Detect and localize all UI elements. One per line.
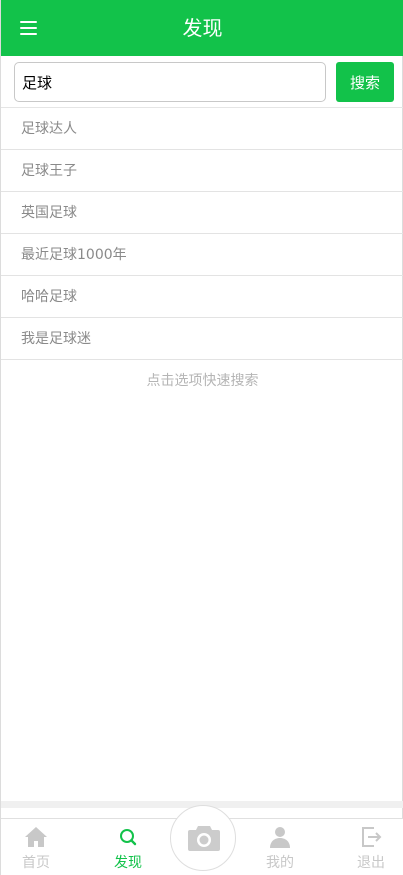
camera-icon [188,826,220,851]
suggestion-item[interactable]: 英国足球 [1,192,403,234]
nav-item-logout[interactable]: 退出 [341,819,401,875]
search-bar: 搜索 [1,56,403,108]
suggestion-item[interactable]: 足球王子 [1,150,403,192]
search-icon [120,829,137,846]
suggestion-list: 足球达人 足球王子 英国足球 最近足球1000年 哈哈足球 我是足球迷 [1,108,403,360]
suggestion-item[interactable]: 我是足球迷 [1,318,403,360]
search-button[interactable]: 搜索 [336,62,394,102]
nav-label: 首页 [22,855,50,871]
app-frame: 发现 搜索 足球达人 足球王子 英国足球 最近足球1000年 哈哈足球 我是足球… [0,0,403,875]
suggestion-item[interactable]: 最近足球1000年 [1,234,403,276]
nav-item-discover[interactable]: 发现 [98,819,158,875]
search-input[interactable] [14,62,326,102]
nav-label: 退出 [357,855,385,871]
hamburger-icon[interactable] [20,20,37,35]
suggestion-item[interactable]: 哈哈足球 [1,276,403,318]
nav-item-profile[interactable]: 我的 [250,819,310,875]
logout-icon [362,827,382,847]
nav-item-home[interactable]: 首页 [6,819,66,875]
top-header: 发现 [1,0,403,56]
nav-label: 我的 [266,855,294,871]
suggestion-item[interactable]: 足球达人 [1,108,403,150]
camera-button[interactable] [170,805,236,871]
user-icon [270,827,290,848]
search-hint: 点击选项快速搜索 [146,373,259,389]
page-title: 发现 [182,16,223,40]
home-icon [25,827,47,847]
nav-label: 发现 [114,855,142,871]
